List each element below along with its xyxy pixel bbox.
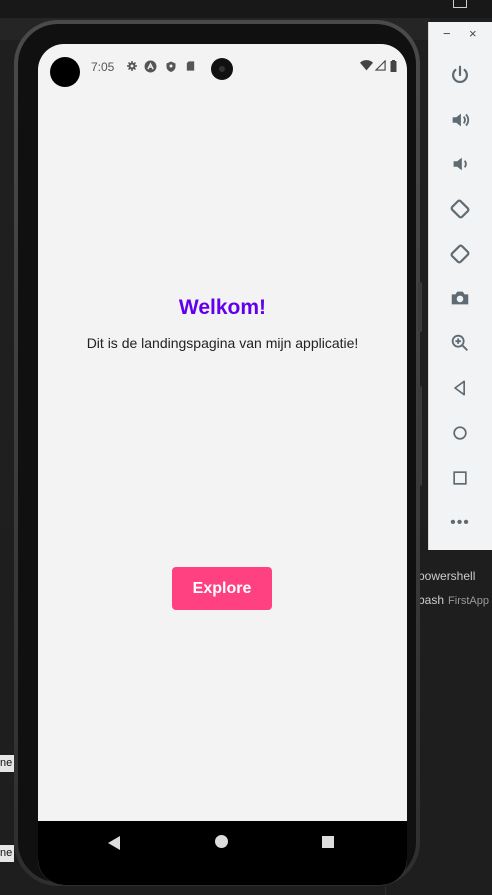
zoom-icon: [451, 334, 468, 351]
signal-icon: [375, 60, 386, 71]
back-icon: [454, 380, 465, 396]
terminal-item-label: powershell: [418, 569, 476, 583]
app-screen: 7:05 Welkom! Dit is de landingspagina va…: [38, 44, 407, 885]
phone-frame: 7:05 Welkom! Dit is de landingspagina va…: [14, 20, 422, 886]
terminal-item-bash[interactable]: bash FirstApp: [418, 593, 489, 607]
home-icon[interactable]: [215, 835, 228, 848]
edge-label: ne: [0, 845, 14, 862]
minimize-button[interactable]: −: [443, 26, 451, 41]
close-button[interactable]: ×: [469, 26, 477, 41]
power-key: [418, 282, 422, 332]
edge-label: ne: [0, 755, 14, 772]
sd-card-icon: [186, 61, 195, 71]
wifi-icon: [360, 60, 373, 71]
page-title: Welkom!: [178, 296, 267, 319]
home-button[interactable]: [445, 418, 475, 448]
rotate-left-button[interactable]: [445, 194, 475, 224]
volume-up-button[interactable]: [445, 105, 475, 135]
back-button[interactable]: [445, 373, 475, 403]
settings-icon: [127, 61, 137, 71]
touch-indicator: [50, 57, 80, 87]
recents-icon[interactable]: [322, 836, 334, 848]
rotate-right-icon: [450, 244, 470, 264]
volume-down-icon: [453, 157, 467, 171]
front-camera: [211, 58, 233, 80]
sync-icon: [144, 60, 157, 73]
screenshot-button[interactable]: [445, 283, 475, 313]
terminal-item-sub: FirstApp: [448, 595, 489, 607]
home-icon: [453, 426, 467, 440]
back-icon[interactable]: [107, 836, 121, 850]
volume-down-button[interactable]: [445, 149, 475, 179]
status-time: 7:05: [91, 60, 115, 74]
shield-icon: [166, 61, 176, 72]
more-icon: •••: [450, 514, 470, 531]
status-bar: 7:05: [38, 44, 407, 88]
terminal-item-label: bash: [418, 593, 445, 607]
volume-up-icon: [452, 113, 470, 127]
explore-button[interactable]: Explore: [172, 567, 272, 610]
terminal-item-powershell[interactable]: powershell: [418, 569, 475, 583]
page-subtitle: Dit is de landingspagina van mijn applic…: [86, 335, 359, 351]
battery-icon: [390, 60, 397, 72]
power-icon: [452, 65, 468, 84]
phone-bezel: 7:05 Welkom! Dit is de landingspagina va…: [18, 24, 416, 885]
zoom-button[interactable]: [445, 328, 475, 358]
navigation-bar: [38, 821, 407, 885]
rotate-left-icon: [450, 199, 470, 219]
emulator-toolbar: − × •••: [428, 22, 492, 550]
overview-button[interactable]: [445, 463, 475, 493]
volume-key: [418, 386, 422, 486]
power-button[interactable]: [445, 60, 475, 90]
editor-top-bar: [0, 0, 492, 18]
layout-icon[interactable]: [453, 0, 467, 8]
rotate-right-button[interactable]: [445, 239, 475, 269]
camera-icon: [451, 291, 469, 305]
overview-icon: [453, 471, 467, 485]
more-button[interactable]: •••: [445, 508, 475, 538]
